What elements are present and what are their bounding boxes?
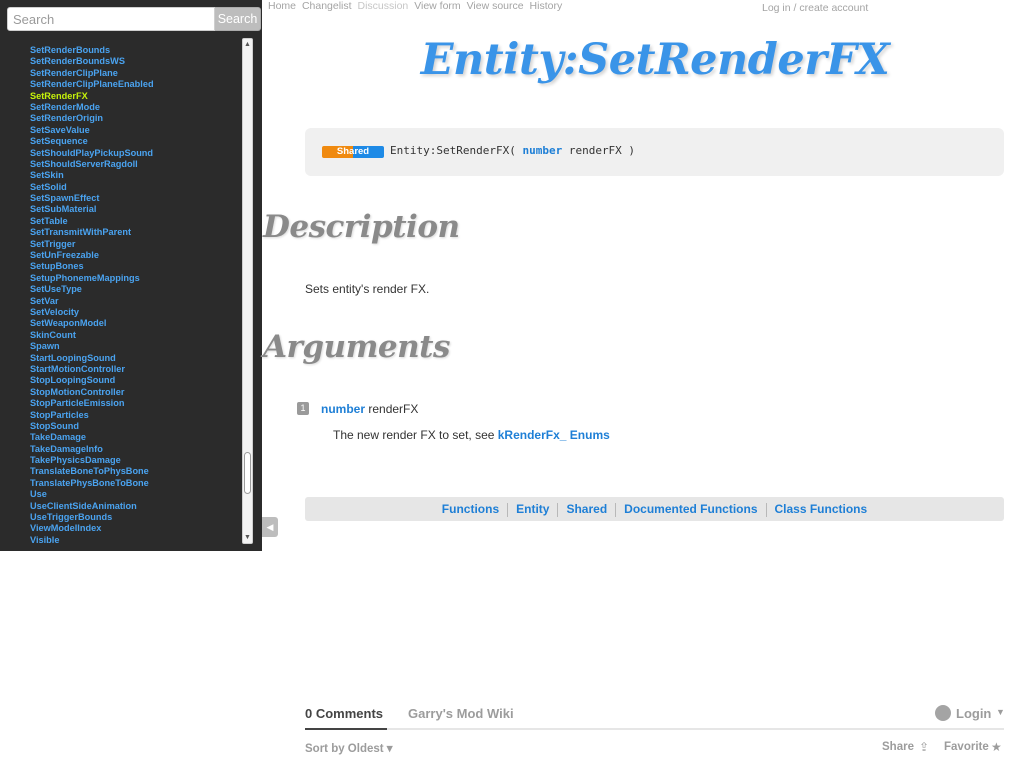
sidebar-item-setupbones[interactable]: SetupBones (30, 261, 154, 272)
sidebar-item-setunfreezable[interactable]: SetUnFreezable (30, 250, 154, 261)
sidebar-item-useclientsideanimation[interactable]: UseClientSideAnimation (30, 501, 154, 512)
sidebar-item-setrenderorigin[interactable]: SetRenderOrigin (30, 113, 154, 124)
star-icon[interactable]: ★ (991, 740, 1002, 754)
share-button[interactable]: Share (882, 741, 914, 753)
user-avatar-icon[interactable] (935, 705, 951, 721)
sidebar-item-setrenderclipplaneenabled[interactable]: SetRenderClipPlaneEnabled (30, 79, 154, 90)
argument-description: The new render FX to set, see kRenderFx_… (333, 428, 610, 442)
argument-type-link[interactable]: number (321, 402, 365, 416)
sidebar-item-setshouldserverragdoll[interactable]: SetShouldServerRagdoll (30, 159, 154, 170)
argument-description-text: The new render FX to set, see (333, 428, 498, 442)
sidebar-item-use[interactable]: Use (30, 489, 154, 500)
sidebar-item-startmotioncontroller[interactable]: StartMotionController (30, 364, 154, 375)
sidebar-item-settable[interactable]: SetTable (30, 216, 154, 227)
argument-signature: number renderFX (321, 402, 418, 416)
search-button[interactable]: Search (215, 7, 261, 31)
sidebar-item-setrenderboundsws[interactable]: SetRenderBoundsWS (30, 56, 154, 67)
sidebar-item-stopparticles[interactable]: StopParticles (30, 410, 154, 421)
sidebar-item-settrigger[interactable]: SetTrigger (30, 239, 154, 250)
sidebar-item-takephysicsdamage[interactable]: TakePhysicsDamage (30, 455, 154, 466)
nav-view-source-link[interactable]: View source (467, 0, 524, 12)
sidebar-item-setshouldplaypickupsound[interactable]: SetShouldPlayPickupSound (30, 148, 154, 159)
sidebar-item-stoploopingsound[interactable]: StopLoopingSound (30, 375, 154, 386)
chevron-down-icon[interactable]: ▼ (996, 707, 1005, 717)
share-icon[interactable]: ⇪ (919, 740, 929, 754)
sidebar-item-takedamage[interactable]: TakeDamage (30, 432, 154, 443)
sidebar-item-stopsound[interactable]: StopSound (30, 421, 154, 432)
sidebar-item-setusetype[interactable]: SetUseType (30, 284, 154, 295)
page-title: Entity:SetRenderFX (420, 35, 890, 85)
sidebar-item-settransmitwithparent[interactable]: SetTransmitWithParent (30, 227, 154, 238)
sidebar-item-visible[interactable]: Visible (30, 535, 154, 544)
sidebar-item-setrenderfx[interactable]: SetRenderFX (30, 91, 154, 102)
sidebar-item-translatebonetophysbone[interactable]: TranslateBoneToPhysBone (30, 466, 154, 477)
sidebar-item-setvar[interactable]: SetVar (30, 296, 154, 307)
nav-discussion-link[interactable]: Discussion (357, 0, 408, 12)
categories-bar: Functions Entity Shared Documented Function… (305, 497, 1004, 521)
description-text: Sets entity's render FX. (305, 282, 430, 296)
function-signature: Entity:SetRenderFX( number renderFX ) (390, 144, 635, 157)
sidebar-item-startloopingsound[interactable]: StartLoopingSound (30, 353, 154, 364)
nav-changelist-link[interactable]: Changelist (302, 0, 352, 12)
sidebar-item-setvelocity[interactable]: SetVelocity (30, 307, 154, 318)
function-signature-box: Shared Entity:SetRenderFX( number render… (305, 128, 1004, 176)
sidebar-item-stopmotioncontroller[interactable]: StopMotionController (30, 387, 154, 398)
signature-suffix: renderFX ) (562, 144, 636, 157)
realm-badge: Shared (322, 146, 384, 158)
description-heading: Description (263, 209, 460, 245)
nav-home-link[interactable]: Home (268, 0, 296, 12)
forum-name-tab[interactable]: Garry's Mod Wiki (408, 706, 514, 721)
category-documented-functions[interactable]: Documented Functions (616, 497, 765, 521)
signature-type[interactable]: number (522, 144, 562, 157)
argument-index-badge: 1 (297, 402, 309, 415)
comments-login-button[interactable]: Login (956, 706, 991, 721)
signature-prefix: Entity:SetRenderFX( (390, 144, 523, 157)
sidebar-item-spawn[interactable]: Spawn (30, 341, 154, 352)
nav-view-form-link[interactable]: View form (414, 0, 461, 12)
login-link[interactable]: Log in / create account (762, 2, 868, 14)
sidebar-collapse-icon[interactable]: ◀ (262, 517, 278, 537)
search-box: Search (7, 7, 261, 31)
sort-dropdown[interactable]: Sort by Oldest ▾ (305, 741, 393, 755)
comments-divider (305, 728, 1004, 730)
sidebar-item-setsavevalue[interactable]: SetSaveValue (30, 125, 154, 136)
category-class-functions[interactable]: Class Functions (767, 497, 876, 521)
sidebar-item-skincount[interactable]: SkinCount (30, 330, 154, 341)
sidebar-item-takedamageinfo[interactable]: TakeDamageInfo (30, 444, 154, 455)
krenderfx-enums-link[interactable]: kRenderFx_ Enums (498, 428, 610, 442)
sidebar-item-stopparticleemission[interactable]: StopParticleEmission (30, 398, 154, 409)
sidebar-item-translatephysbonetobone[interactable]: TranslatePhysBoneToBone (30, 478, 154, 489)
function-list: SetRenderBounds SetRenderBoundsWS SetRende… (0, 38, 242, 544)
sidebar-item-setweaponmodel[interactable]: SetWeaponModel (30, 318, 154, 329)
sidebar: Search SetRenderBoundsSetRenderBoundsWSS… (0, 0, 262, 551)
sidebar-item-setrenderclipplane[interactable]: SetRenderClipPlane (30, 68, 154, 79)
category-shared[interactable]: Shared (558, 497, 615, 521)
arguments-heading: Arguments (263, 329, 450, 365)
favorite-button[interactable]: Favorite (944, 741, 989, 753)
sidebar-item-setupphonememappings[interactable]: SetupPhonemeMappings (30, 273, 154, 284)
sidebar-item-setrenderbounds[interactable]: SetRenderBounds (30, 45, 154, 56)
nav-history-link[interactable]: History (530, 0, 563, 12)
category-functions[interactable]: Functions (434, 497, 507, 521)
sidebar-item-setsubmaterial[interactable]: SetSubMaterial (30, 204, 154, 215)
sidebar-item-setrendermode[interactable]: SetRenderMode (30, 102, 154, 113)
sort-label: Sort by Oldest (305, 743, 384, 755)
comments-active-tab-indicator (305, 728, 387, 730)
search-input[interactable] (7, 7, 215, 31)
sidebar-item-setsolid[interactable]: SetSolid (30, 182, 154, 193)
sidebar-item-setspawneffect[interactable]: SetSpawnEffect (30, 193, 154, 204)
sidebar-scrollbar[interactable]: ▲ ▼ (242, 38, 253, 544)
sidebar-item-usetriggerbounds[interactable]: UseTriggerBounds (30, 512, 154, 523)
scroll-down-icon[interactable]: ▼ (243, 533, 252, 542)
sidebar-item-viewmodelindex[interactable]: ViewModelIndex (30, 523, 154, 534)
sidebar-item-setskin[interactable]: SetSkin (30, 170, 154, 181)
scroll-up-icon[interactable]: ▲ (243, 40, 252, 49)
comments-count-tab[interactable]: 0 Comments (305, 706, 383, 721)
sidebar-item-setsequence[interactable]: SetSequence (30, 136, 154, 147)
top-nav: Home Changelist Discussion View form Vie… (268, 0, 565, 14)
category-entity[interactable]: Entity (508, 497, 557, 521)
argument-name: renderFX (368, 402, 419, 416)
scroll-thumb[interactable] (244, 452, 251, 494)
